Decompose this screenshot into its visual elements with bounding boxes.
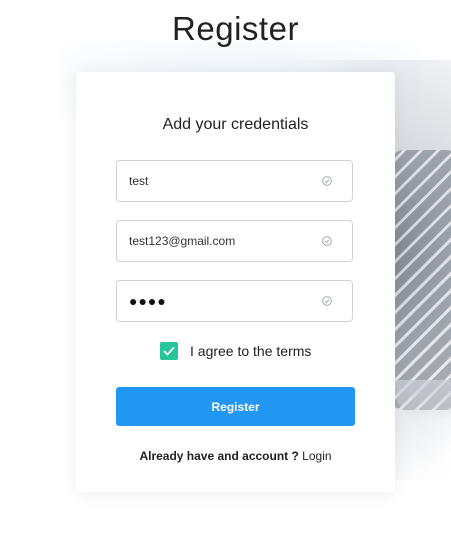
account-question: Already have and account ?	[139, 449, 299, 463]
check-circle-icon	[322, 236, 332, 246]
password-input[interactable]	[129, 281, 309, 321]
register-button[interactable]: Register	[116, 387, 355, 426]
username-input[interactable]	[129, 161, 309, 201]
account-prompt: Already have and account ? Login	[76, 449, 395, 463]
check-circle-icon	[322, 296, 332, 306]
terms-label: I agree to the terms	[190, 343, 312, 359]
terms-checkbox[interactable]	[160, 342, 178, 360]
page-title: Register	[172, 10, 299, 47]
register-card: Add your credentials I agree to the term…	[76, 72, 395, 492]
username-field[interactable]	[116, 160, 353, 202]
login-link[interactable]: Login	[302, 449, 331, 463]
check-circle-icon	[322, 176, 332, 186]
email-input[interactable]	[129, 221, 309, 261]
email-field[interactable]	[116, 220, 353, 262]
form-subtitle: Add your credentials	[162, 116, 309, 133]
password-field[interactable]	[116, 280, 353, 322]
background-keyboard	[390, 150, 451, 410]
checkmark-icon	[163, 346, 175, 356]
